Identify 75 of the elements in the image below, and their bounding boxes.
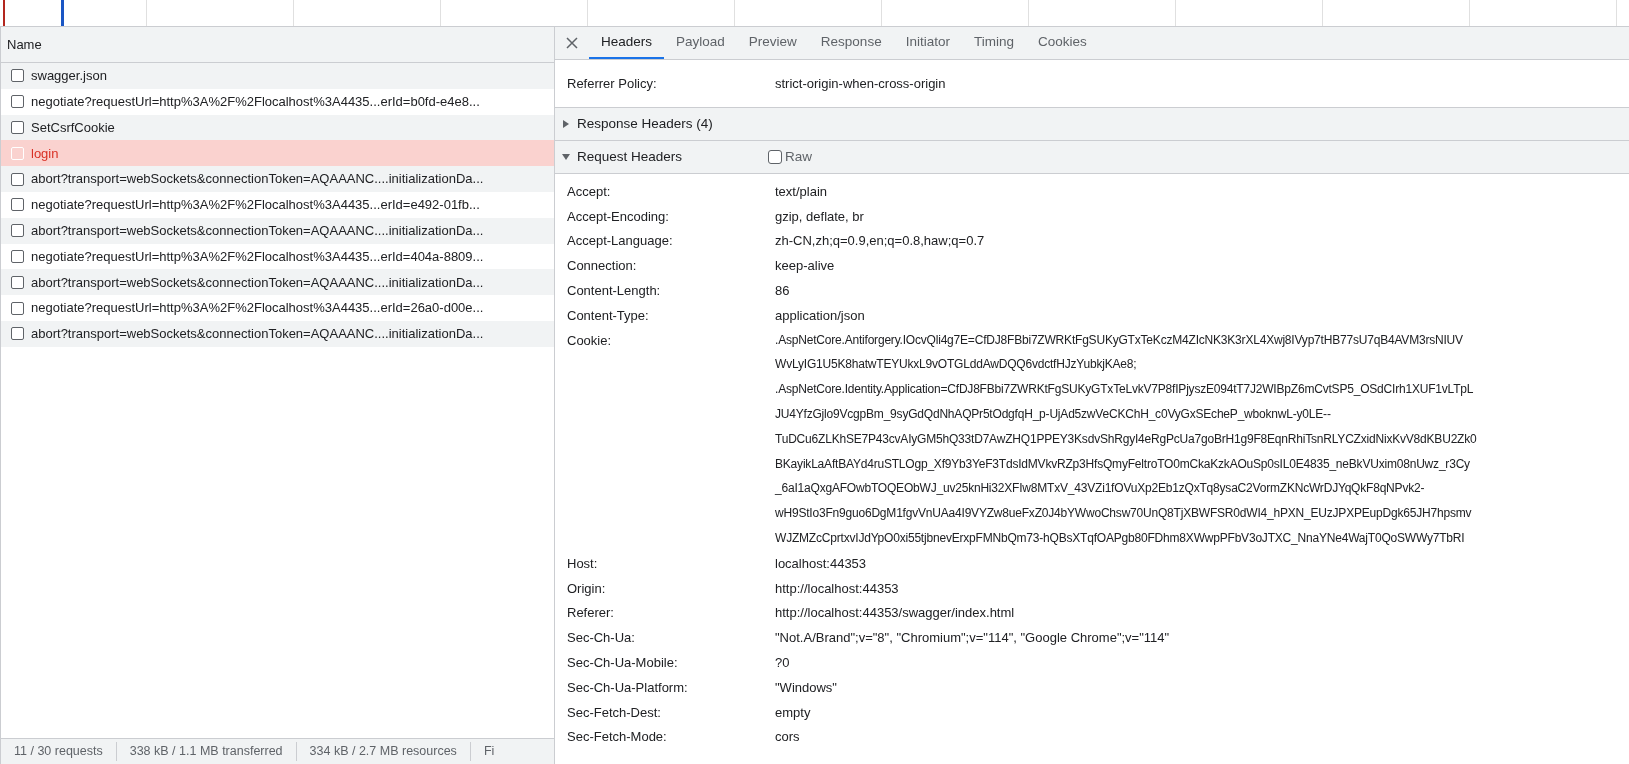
header-name: Host: [567, 554, 599, 573]
header-name: Sec-Ch-Ua: [567, 629, 636, 648]
tab[interactable]: Initiator [893, 27, 962, 59]
header-value: cors [775, 728, 800, 747]
header-value: .AspNetCore.Antiforgery.IOcvQli4g7E=CfDJ8FBbi7ZWRKtFgSUKyGTxTeKczM4ZIcNK3K3rXL4Xwj8IVyp7tHB77sU7qB4AVM3rsNIUV [775, 331, 1464, 349]
checkbox[interactable] [11, 198, 24, 212]
checkbox[interactable] [11, 249, 24, 263]
header-value: keep-alive [775, 257, 835, 276]
header-value: "Not.A/Brand";v="8", "Chromium";v="114", "Google Chrome";v="114" [775, 629, 1170, 648]
checkbox[interactable] [11, 95, 24, 109]
header-name: Accept: [567, 182, 612, 201]
header-name: Sec-Ch-Ua-Mobile: [567, 653, 679, 672]
header-value: gzip, deflate, br [775, 207, 864, 226]
header-value: TuDCu6ZLKhSE7P43cvAIyGM5hQ33tD7AwZHQ1PPEY3KsdvShRgyI4eRgPcUa7goBrH1g9F8EqnRhiTsnRLYCZxidNixKvV8dKBU2Zk0 [775, 430, 1477, 448]
triangle-down-icon [561, 151, 571, 162]
header-name: Cookie: [567, 331, 613, 350]
header-value: WJZMZcCprtxvIJdYpO0xi55tjbnevErxpFMNbQm73-hQBsXTqfOAPgb80FDhm8XWwpPFbV3oJTXC_NnaYNe4WajT0QoSWWy7TbRI [775, 529, 1466, 547]
header-value: _6aI1aQxgAFOwbTOQEObWJ_uv25knHi32XFIw8MTxV_43VZi1fOVuXp2Eb1zQxTq8ysaC2VormZKNcWrDJYqQkF8qNPvk2- [775, 480, 1426, 498]
header-name: Origin: [567, 579, 607, 598]
checkbox[interactable] [11, 69, 24, 83]
request-row[interactable]: abort?transport=webSockets&connectionToken=AQAAANC....initializationDa... [1, 166, 554, 192]
checkbox[interactable] [11, 224, 24, 238]
header-value: http://localhost:44353 [775, 579, 899, 598]
header-value: wH9StIo3Fn9guo6DgM1fgvVnUAa4I9VYZw8ueFxZ0J4bYWwoChsw70UnQ8TjXBWFSR0dWI4_hPXN_EUzJPXPEupDgk65JH7hpsmv [775, 505, 1473, 523]
status-text: 338 kB / 1.1 MB transferred [116, 742, 297, 761]
header-value: "Windows" [775, 678, 837, 697]
header-value: application/json [775, 306, 865, 325]
request-row[interactable]: SetCsrfCookie [1, 114, 554, 141]
header-value: empty [775, 703, 811, 722]
request-row[interactable]: abort?transport=webSockets&connectionToken=AQAAANC....initializationDa... [1, 269, 554, 296]
tab[interactable]: Timing [961, 27, 1026, 59]
header-value: 86 [775, 282, 790, 300]
request-row[interactable]: abort?transport=webSockets&connectionToken=AQAAANC....initializationDa... [1, 217, 554, 244]
tab[interactable]: Payload [664, 27, 737, 59]
close-icon [566, 37, 578, 49]
column-header[interactable]: Name [7, 34, 42, 55]
header-value: zh-CN,zh;q=0.9,en;q=0.8,haw;q=0.7 [775, 232, 985, 251]
status-text: 11 / 30 requests [1, 742, 117, 761]
header-name: Sec-Fetch-Dest: [567, 703, 662, 722]
raw-checkbox[interactable]: Raw [768, 146, 813, 167]
checkbox[interactable] [11, 121, 24, 134]
status-text: 334 kB / 2.7 MB resources [296, 742, 471, 761]
header-name: Sec-Fetch-Mode: [567, 728, 668, 747]
header-name: Content-Type: [567, 306, 650, 325]
header-value: http://localhost:44353/swagger/index.html [775, 604, 1015, 623]
tab[interactable]: Headers [589, 27, 665, 59]
checkbox[interactable] [11, 327, 24, 341]
header-name: Sec-Ch-Ua-Platform: [567, 678, 689, 697]
header-name: Referer: [567, 604, 615, 623]
triangle-right-icon [561, 118, 571, 129]
header-value: JU4YfzGjlo9VcgpBm_9syGdQdNhAQPr5tOdgfqH_p-UjAd5zwVeCKChH_c0VyGxSEcheP_wboknwL-y0LE-- [775, 405, 1332, 423]
header-name: Referrer Policy: [567, 75, 658, 93]
header-value: ?0 [775, 653, 790, 672]
tab[interactable]: Cookies [1025, 27, 1099, 59]
checkbox[interactable] [11, 301, 24, 315]
header-value: localhost:44353 [775, 554, 867, 573]
request-row[interactable]: swagger.json [1, 63, 554, 89]
header-name: Accept-Encoding: [567, 207, 670, 226]
section-toggle[interactable]: Request Headers [561, 146, 683, 167]
section-toggle[interactable]: Response Headers (4) [561, 113, 713, 134]
request-row[interactable]: login [1, 140, 554, 167]
header-value: BKayikLaAftBAYd4ruSTLOgp_Xf9Yb3YeF3TdsIdMVkvRZp3HfsQmyFeltroTO0mCkaKzkAOuSp0sIL0E4835_neBkVUxim08nUwz_r3Cy [775, 455, 1471, 473]
header-name: Accept-Language: [567, 232, 674, 251]
checkbox[interactable] [11, 172, 24, 186]
header-value: text/plain [775, 182, 828, 201]
header-name: Content-Length: [567, 282, 662, 300]
header-value: WvLyIG1U5K8hatwTEYUkxL9vOTGLddAwDQQ6vdctfHJzYubkjKAe8; [775, 356, 1138, 374]
status-text: Fi [482, 743, 496, 761]
header-value: .AspNetCore.Identity.Application=CfDJ8FBbi7ZWRKtFgSUKyGTxTeLvkV7P8fIPjyszE094tT7J2WIBpZ6mCvtSP5_OSdCIrh1XUF1vLTpL [775, 381, 1475, 399]
tab[interactable]: Preview [736, 27, 809, 59]
checkbox[interactable] [11, 275, 24, 289]
header-value: strict-origin-when-cross-origin [775, 75, 946, 93]
tab[interactable]: Response [808, 27, 894, 59]
request-row[interactable]: abort?transport=webSockets&connectionToken=AQAAANC....initializationDa... [1, 320, 554, 347]
header-name: Connection: [567, 257, 638, 276]
